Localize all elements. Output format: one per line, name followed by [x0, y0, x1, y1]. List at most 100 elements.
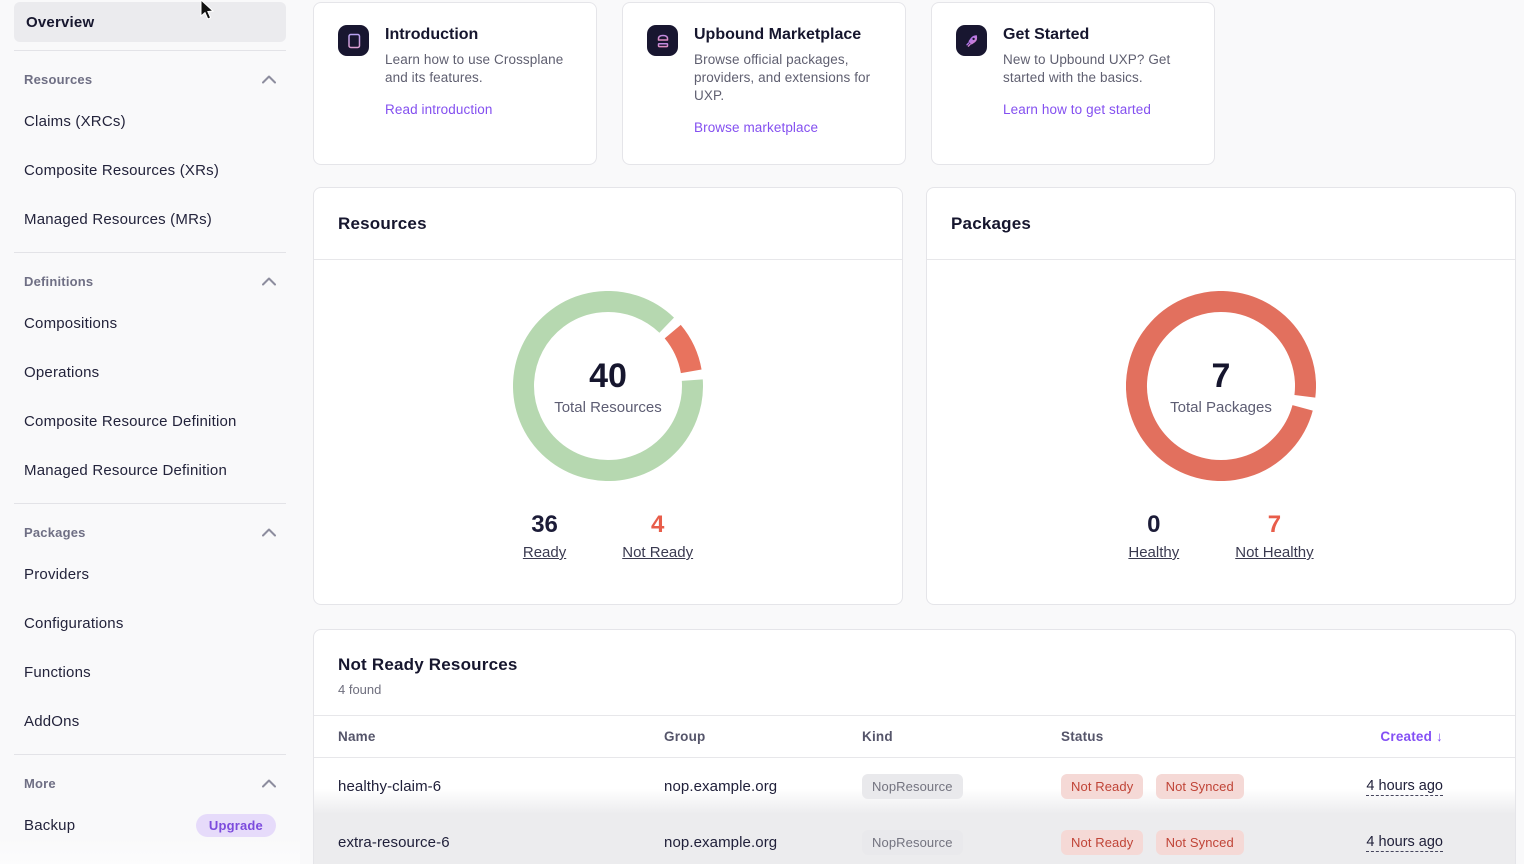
total-label: Total Packages [1170, 399, 1272, 416]
sidebar-item-providers[interactable]: Providers [14, 550, 286, 599]
section-label: Resources [24, 72, 92, 87]
card-title: Introduction [385, 26, 572, 44]
chart-body: 40 Total Resources 36 Ready 4 Not Ready [314, 260, 902, 561]
column-label: Created [1380, 729, 1432, 744]
table-count: 4 found [338, 682, 1491, 697]
column-header-group[interactable]: Group [664, 729, 862, 744]
chart-body: 7 Total Packages 0 Healthy 7 Not Healthy [927, 260, 1515, 561]
not-healthy-link[interactable]: Not Healthy [1235, 544, 1313, 561]
relative-time[interactable]: 4 hours ago [1366, 834, 1443, 852]
cell-created: 4 hours ago [1348, 778, 1491, 794]
sidebar-item-label: Claims (XRCs) [24, 113, 126, 130]
sidebar-item-configurations[interactable]: Configurations [14, 599, 286, 648]
sidebar-item-label: Backup [24, 817, 75, 834]
main-content: Introduction Learn how to use Crossplane… [313, 0, 1516, 864]
card-description: New to Upbound UXP? Get started with the… [1003, 51, 1190, 87]
stats-row: 0 Healthy 7 Not Healthy [1128, 511, 1313, 561]
chevron-up-icon [262, 528, 276, 537]
donut-center: 7 Total Packages [1126, 291, 1316, 481]
sidebar-item-managed-resource-definition[interactable]: Managed Resource Definition [14, 446, 286, 495]
sidebar-item-functions[interactable]: Functions [14, 648, 286, 697]
sidebar-item-composite-resources-xrs[interactable]: Composite Resources (XRs) [14, 146, 286, 195]
resources-donut-chart: 40 Total Resources [513, 291, 703, 481]
sidebar-item-label: Functions [24, 664, 91, 681]
storefront-icon [647, 25, 678, 56]
stat-value: 0 [1147, 511, 1160, 539]
sidebar-item-backup[interactable]: Backup Upgrade [14, 801, 286, 850]
sidebar-item-label: Overview [26, 14, 94, 31]
column-header-status[interactable]: Status [1061, 729, 1348, 744]
read-introduction-link[interactable]: Read introduction [385, 102, 572, 117]
total-value: 40 [589, 357, 627, 396]
sidebar-item-claims-xrcs[interactable]: Claims (XRCs) [14, 97, 286, 146]
stat-value: 7 [1268, 511, 1281, 539]
kind-badge: NopResource [862, 830, 963, 855]
chevron-up-icon [262, 75, 276, 84]
sidebar-section-packages: Packages Providers Configurations Functi… [14, 504, 286, 746]
packages-chart-card: Packages 7 Total Packages 0 Healthy [926, 187, 1516, 605]
stat-value: 4 [651, 511, 664, 539]
book-icon [338, 25, 369, 56]
table-title: Not Ready Resources [338, 655, 1491, 675]
card-description: Learn how to use Crossplane and its feat… [385, 51, 572, 87]
info-card-row: Introduction Learn how to use Crossplane… [313, 2, 1516, 165]
section-label: More [24, 776, 56, 791]
card-title: Get Started [1003, 26, 1190, 44]
not-ready-link[interactable]: Not Ready [622, 544, 693, 561]
sidebar-section-header-more[interactable]: More [14, 765, 286, 801]
cell-created: 4 hours ago [1348, 834, 1491, 850]
section-label: Definitions [24, 274, 93, 289]
card-title: Packages [951, 214, 1031, 234]
sidebar-item-overview[interactable]: Overview [14, 2, 286, 42]
sidebar: Overview Resources Claims (XRCs) Composi… [0, 0, 300, 864]
table-row[interactable]: healthy-claim-6 nop.example.org NopResou… [314, 758, 1515, 814]
healthy-link[interactable]: Healthy [1128, 544, 1179, 561]
sidebar-item-managed-resources-mrs[interactable]: Managed Resources (MRs) [14, 195, 286, 244]
sidebar-item-label: Managed Resources (MRs) [24, 211, 212, 228]
sidebar-section-definitions: Definitions Compositions Operations Comp… [14, 253, 286, 495]
sidebar-item-addons[interactable]: AddOns [14, 697, 286, 746]
cell-name: extra-resource-6 [338, 834, 664, 851]
sort-descending-icon: ↓ [1436, 729, 1443, 744]
healthy-stat: 0 Healthy [1128, 511, 1179, 561]
sidebar-section-header-definitions[interactable]: Definitions [14, 263, 286, 299]
table-row[interactable]: extra-resource-6 nop.example.org NopReso… [314, 814, 1515, 864]
sidebar-item-operations[interactable]: Operations [14, 348, 286, 397]
cell-group: nop.example.org [664, 778, 862, 795]
ready-stat: 36 Ready [523, 511, 566, 561]
ready-link[interactable]: Ready [523, 544, 566, 561]
column-header-kind[interactable]: Kind [862, 729, 1061, 744]
not-ready-badge: Not Ready [1061, 830, 1143, 855]
card-description: Browse official packages, providers, and… [694, 51, 881, 105]
cell-kind: NopResource [862, 830, 1061, 855]
get-started-link[interactable]: Learn how to get started [1003, 102, 1190, 117]
resources-chart-card: Resources 40 Total Resources 36 Ready [313, 187, 903, 605]
sidebar-item-label: AddOns [24, 713, 79, 730]
sidebar-section-header-packages[interactable]: Packages [14, 514, 286, 550]
cell-status: Not Ready Not Synced [1061, 830, 1348, 855]
not-ready-stat: 4 Not Ready [622, 511, 693, 561]
sidebar-item-composite-resource-definition[interactable]: Composite Resource Definition [14, 397, 286, 446]
not-synced-badge: Not Synced [1156, 774, 1244, 799]
card-title: Resources [338, 214, 427, 234]
sidebar-section-header-resources[interactable]: Resources [14, 61, 286, 97]
cell-status: Not Ready Not Synced [1061, 774, 1348, 799]
rocket-icon [956, 25, 987, 56]
sidebar-section-more: More Backup Upgrade [14, 755, 286, 850]
stat-value: 36 [531, 511, 558, 539]
column-header-created[interactable]: Created ↓ [1348, 729, 1491, 744]
packages-donut-chart: 7 Total Packages [1126, 291, 1316, 481]
kind-badge: NopResource [862, 774, 963, 799]
cell-kind: NopResource [862, 774, 1061, 799]
sidebar-item-label: Managed Resource Definition [24, 462, 227, 479]
column-header-name[interactable]: Name [338, 729, 664, 744]
relative-time[interactable]: 4 hours ago [1366, 778, 1443, 796]
chevron-up-icon [262, 779, 276, 788]
browse-marketplace-link[interactable]: Browse marketplace [694, 120, 881, 135]
sidebar-item-compositions[interactable]: Compositions [14, 299, 286, 348]
upgrade-badge[interactable]: Upgrade [196, 814, 276, 837]
total-label: Total Resources [554, 399, 662, 416]
sidebar-section-resources: Resources Claims (XRCs) Composite Resour… [14, 51, 286, 244]
not-ready-resources-card: Not Ready Resources 4 found Name Group K… [313, 629, 1516, 864]
introduction-card: Introduction Learn how to use Crossplane… [313, 2, 597, 165]
